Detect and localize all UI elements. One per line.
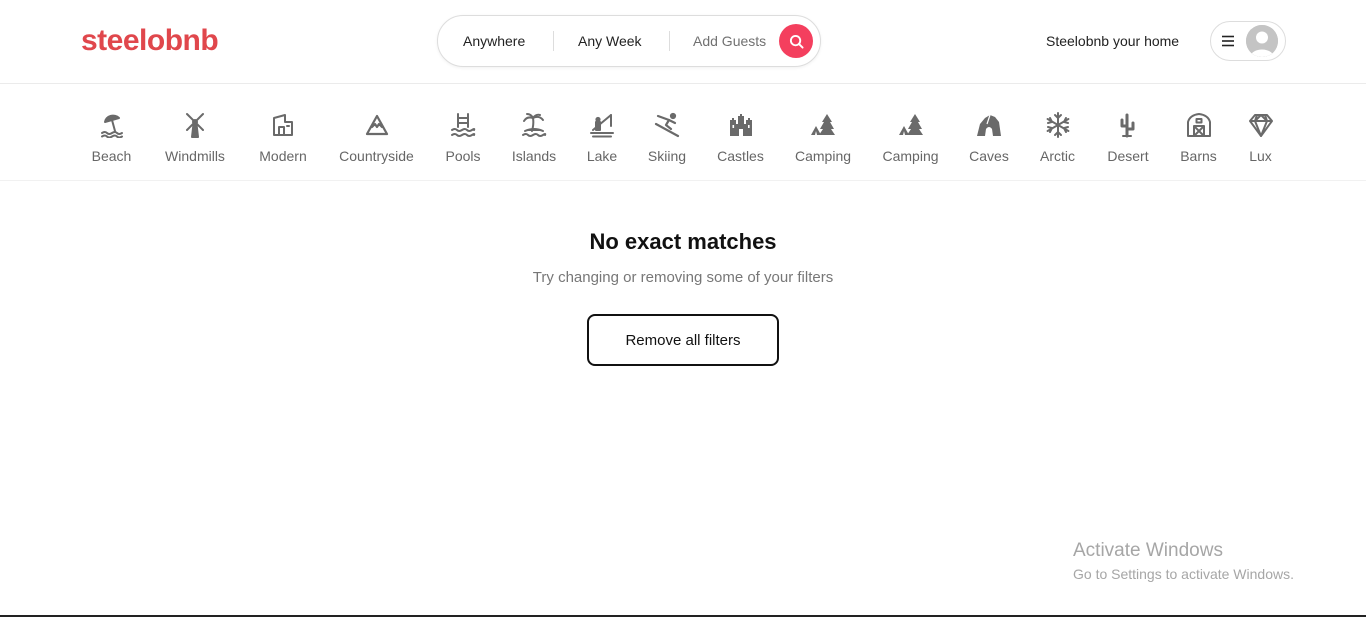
search-week[interactable]: Any Week — [578, 16, 642, 66]
category-label: Windmills — [165, 148, 225, 164]
category-label: Beach — [91, 148, 132, 164]
search-divider — [669, 31, 670, 51]
category-label: Camping — [882, 148, 939, 164]
category-label: Arctic — [1040, 148, 1075, 164]
category-caves[interactable]: Caves — [969, 84, 1009, 181]
brand-logo[interactable]: steelobnb — [81, 22, 219, 60]
modern-house-icon — [273, 114, 293, 136]
island-icon — [522, 113, 547, 137]
beach-umbrella-icon — [100, 114, 123, 138]
cave-icon — [977, 114, 1001, 136]
search-icon — [789, 34, 804, 49]
watermark-subtitle: Go to Settings to activate Windows. — [1073, 566, 1294, 582]
search-location[interactable]: Anywhere — [463, 16, 525, 66]
category-desert[interactable]: Desert — [1106, 84, 1150, 181]
category-label: Barns — [1180, 148, 1217, 164]
category-label: Modern — [259, 148, 307, 164]
camping-tent-icon — [811, 114, 835, 135]
category-label: Castles — [717, 148, 764, 164]
category-label: Lake — [586, 148, 618, 164]
category-barns[interactable]: Barns — [1179, 84, 1218, 181]
barn-icon — [1186, 113, 1211, 137]
mountain-icon — [365, 114, 388, 136]
host-your-home-link[interactable]: Steelobnb your home — [1046, 30, 1179, 52]
category-lux[interactable]: Lux — [1247, 84, 1274, 181]
user-menu-button[interactable] — [1210, 21, 1286, 61]
empty-state-title: No exact matches — [589, 229, 777, 254]
camping-tent-icon — [898, 114, 923, 135]
empty-state-subtitle: Try changing or removing some of your fi… — [532, 269, 834, 286]
remove-all-filters-button[interactable]: Remove all filters — [587, 314, 779, 366]
category-label: Skiing — [647, 148, 687, 164]
category-bar: Beach Windmills Modern Countryside Pools… — [0, 84, 1366, 181]
category-modern[interactable]: Modern — [258, 84, 308, 181]
category-beach[interactable]: Beach — [91, 84, 132, 181]
category-arctic[interactable]: Arctic — [1039, 84, 1076, 181]
user-avatar-icon — [1246, 25, 1278, 57]
navbar: steelobnb Anywhere Any Week Add Guests S… — [0, 0, 1366, 84]
category-camping-2[interactable]: Camping — [882, 84, 939, 181]
castle-icon — [729, 114, 752, 136]
category-label: Pools — [445, 148, 481, 164]
category-label: Camping — [794, 148, 852, 164]
watermark-title: Activate Windows — [1073, 540, 1223, 561]
category-islands[interactable]: Islands — [511, 84, 557, 181]
category-camping[interactable]: Camping — [795, 84, 851, 181]
activate-windows-watermark: Activate Windows Go to Settings to activ… — [1073, 539, 1294, 584]
category-label: Caves — [969, 148, 1009, 164]
cactus-icon — [1120, 113, 1135, 138]
search-divider — [553, 31, 554, 51]
search-button[interactable] — [779, 24, 813, 58]
lake-fishing-icon — [590, 114, 614, 138]
category-lake[interactable]: Lake — [587, 84, 617, 181]
category-windmills[interactable]: Windmills — [162, 84, 228, 181]
snowflake-icon — [1046, 112, 1069, 138]
category-label: Lux — [1249, 148, 1272, 164]
windmill-icon — [186, 113, 204, 138]
category-label: Islands — [511, 148, 557, 164]
skier-icon — [654, 112, 680, 138]
category-label: Desert — [1107, 148, 1149, 164]
category-skiing[interactable]: Skiing — [647, 84, 687, 181]
category-label: Countryside — [339, 148, 414, 164]
category-pools[interactable]: Pools — [444, 84, 482, 181]
search-bar[interactable]: Anywhere Any Week Add Guests — [437, 15, 821, 67]
category-countryside[interactable]: Countryside — [338, 84, 415, 181]
search-guests[interactable]: Add Guests — [693, 16, 766, 66]
pool-icon — [451, 113, 476, 137]
diamond-icon — [1248, 114, 1273, 137]
hamburger-menu-icon — [1222, 35, 1234, 47]
category-castles[interactable]: Castles — [717, 84, 764, 181]
